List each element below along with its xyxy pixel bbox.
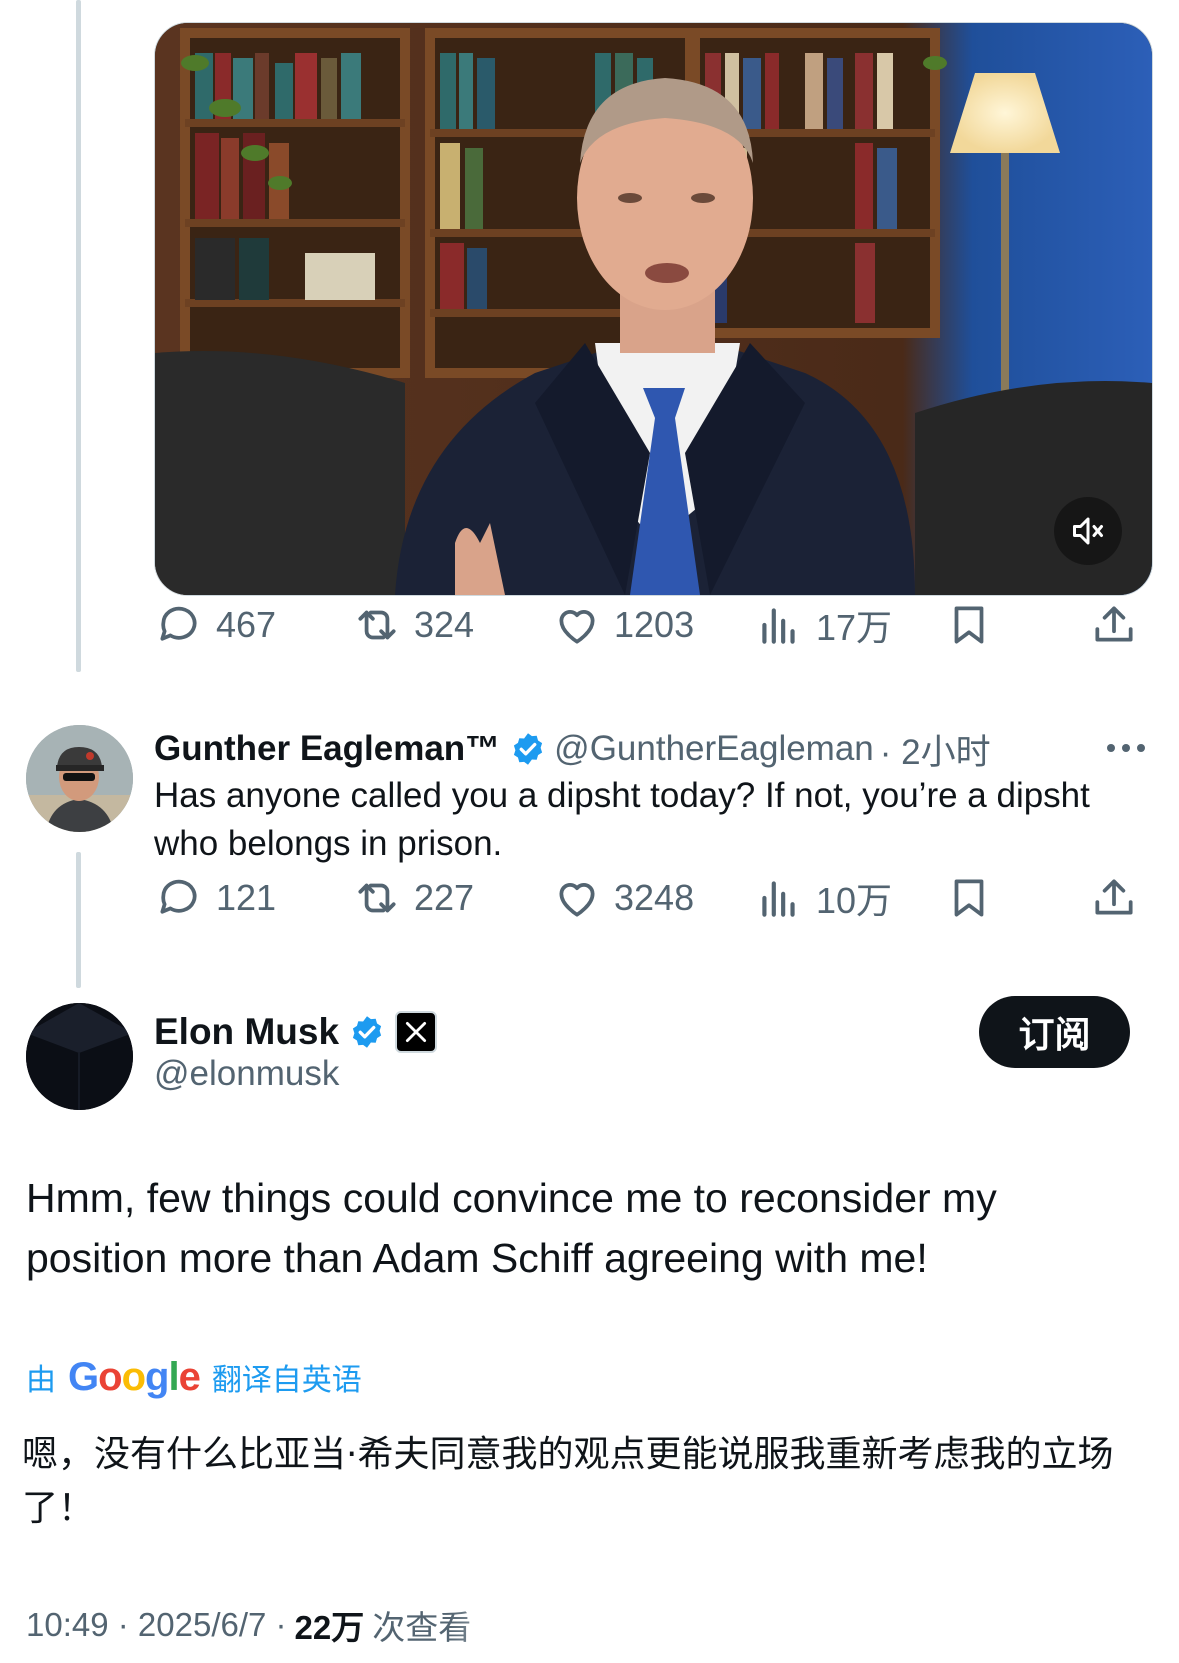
reply-icon <box>160 606 197 641</box>
video-player[interactable] <box>154 22 1153 596</box>
like-button[interactable]: 1203 <box>552 595 694 655</box>
translated-text: 嗯，没有什么比亚当·希夫同意我的观点更能说服我重新考虑我的立场了！ <box>22 1434 1114 1529</box>
bookmark-icon <box>954 879 984 917</box>
subscribe-button[interactable]: 订阅 <box>979 996 1130 1068</box>
author-name[interactable]: Elon Musk <box>154 1011 339 1053</box>
verified-badge-icon <box>352 1016 382 1048</box>
repost-count: 324 <box>414 604 475 645</box>
views-button[interactable]: 17万 <box>754 595 892 655</box>
heart-icon <box>559 883 595 917</box>
post-timestamp[interactable]: 10:49 · 2025/6/7 · <box>26 1606 287 1644</box>
avatar-image <box>26 725 133 832</box>
post-text: Hmm, few things could convince me to rec… <box>26 1175 997 1281</box>
views-count: 10万 <box>816 880 893 921</box>
repost-button[interactable]: 227 <box>352 868 474 928</box>
bookmark-icon <box>954 606 984 644</box>
repost-button[interactable]: 324 <box>352 595 474 655</box>
views-button[interactable]: 10万 <box>754 868 892 928</box>
analytics-icon <box>762 608 795 644</box>
author-name[interactable]: Gunther Eagleman™ <box>154 729 500 769</box>
avatar-image <box>26 1003 133 1110</box>
like-count: 1203 <box>614 604 695 645</box>
avatar-gunther[interactable] <box>26 725 133 832</box>
reply-icon <box>160 879 197 914</box>
views-count: 17万 <box>816 607 893 648</box>
reply-button[interactable]: 467 <box>154 595 276 655</box>
avatar-elon[interactable] <box>26 1003 133 1110</box>
reply-header: Gunther Eagleman™ @GuntherEagleman · 2小时 <box>154 724 1094 774</box>
share-button[interactable] <box>1089 595 1139 655</box>
like-button[interactable]: 3248 <box>552 868 694 928</box>
share-button[interactable] <box>1089 868 1139 928</box>
reply-text: Has anyone called you a dipsht today? If… <box>154 776 1090 863</box>
post-meta: 10:49 · 2025/6/7 · 22万 次查看 <box>26 1600 471 1650</box>
author-handle[interactable]: @elonmusk <box>154 1054 339 1094</box>
author-handle[interactable]: @GuntherEagleman <box>554 729 874 769</box>
translation-suffix: 翻译自英语 <box>211 1364 362 1397</box>
action-bar-reply-tweet: 121 227 3248 10万 <box>154 868 1144 928</box>
translation-prefix: 由 <box>26 1364 56 1397</box>
reply-count: 467 <box>216 604 277 645</box>
share-icon <box>1095 606 1133 642</box>
translation-attribution[interactable]: 由 Google 翻译自英语 <box>26 1352 362 1402</box>
bookmark-button[interactable] <box>944 868 994 928</box>
bookmark-button[interactable] <box>944 595 994 655</box>
view-count: 22万 <box>294 1609 365 1646</box>
like-count: 3248 <box>614 877 695 918</box>
video-frame <box>155 23 1152 595</box>
verified-badge-icon <box>514 733 543 765</box>
mute-button[interactable] <box>1054 497 1122 565</box>
repost-icon <box>358 883 396 913</box>
more-options-icon[interactable] <box>1104 733 1148 763</box>
speaker-muted-icon <box>1073 517 1103 545</box>
reply-count: 121 <box>216 877 277 918</box>
heart-icon <box>559 610 595 644</box>
share-icon <box>1095 879 1133 915</box>
thread-line-top <box>76 0 81 672</box>
reply-button[interactable]: 121 <box>154 868 276 928</box>
repost-count: 227 <box>414 877 475 918</box>
action-bar-top-tweet: 467 324 1203 17万 <box>154 595 1144 655</box>
repost-icon <box>358 610 396 640</box>
author-name-row: Elon Musk <box>154 1006 438 1058</box>
analytics-icon <box>762 881 795 917</box>
x-affiliation-icon <box>395 1011 438 1053</box>
fade-overlay <box>450 1592 750 1658</box>
post-time[interactable]: · 2小时 <box>880 724 991 775</box>
thread-line-middle <box>76 852 81 988</box>
google-logo: Google <box>68 1354 201 1399</box>
